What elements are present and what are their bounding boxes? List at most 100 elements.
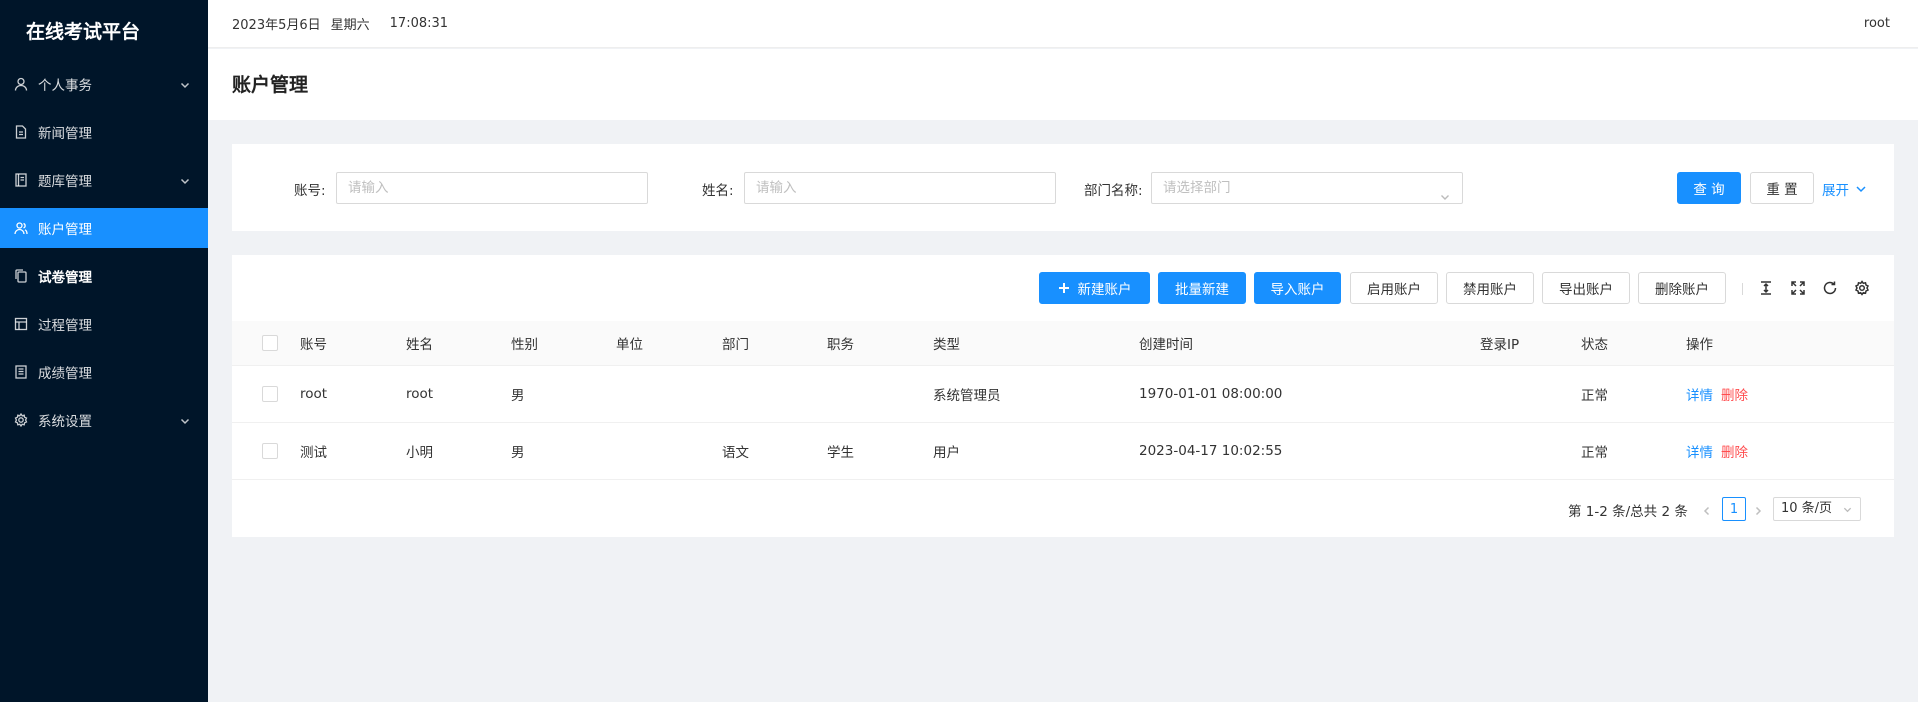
setting-icon — [14, 413, 28, 427]
sidebar-item-label: 个人事务 — [38, 78, 92, 94]
delete-account-button[interactable]: 删除账户 — [1638, 272, 1726, 304]
col-type: 类型 — [933, 337, 960, 353]
col-account: 账号 — [300, 337, 327, 353]
accounts-table-card: 新建账户 批量新建 导入账户 启用账户 禁用账户 导出账户 删除账户 账号 姓名… — [232, 255, 1894, 537]
cell-created: 1970-01-01 08:00:00 — [1139, 386, 1283, 402]
select-all-checkbox[interactable] — [262, 335, 278, 351]
col-status: 状态 — [1581, 337, 1608, 353]
enable-account-button[interactable]: 启用账户 — [1350, 272, 1438, 304]
col-unit: 单位 — [616, 337, 643, 353]
chevron-down-icon — [180, 174, 190, 185]
row-checkbox[interactable] — [262, 386, 278, 402]
page-size-select[interactable]: 10 条/页 — [1773, 497, 1861, 521]
cell-position: 学生 — [827, 445, 854, 461]
dept-select[interactable]: 请选择部门 — [1151, 172, 1463, 204]
col-name: 姓名 — [406, 337, 433, 353]
top-header: 2023年5月6日 星期六 17:08:31 root — [208, 0, 1918, 48]
chevron-down-icon — [180, 414, 190, 425]
page-size-value: 10 条/页 — [1781, 501, 1833, 516]
fullscreen-icon[interactable] — [1789, 279, 1807, 297]
sidebar-item-label: 成绩管理 — [38, 366, 92, 382]
col-ip: 登录IP — [1480, 337, 1520, 353]
query-button[interactable]: 查 询 — [1677, 172, 1741, 204]
sidebar-item-accounts[interactable]: 账户管理 — [0, 208, 208, 248]
row-checkbox[interactable] — [262, 443, 278, 459]
sidebar-item-label: 题库管理 — [38, 174, 92, 190]
app-logo: 在线考试平台 — [26, 21, 141, 43]
setting-icon[interactable] — [1853, 279, 1871, 297]
col-created: 创建时间 — [1139, 337, 1193, 353]
layout-icon — [14, 317, 28, 331]
page-title: 账户管理 — [232, 74, 309, 96]
sidebar-item-settings[interactable]: 系统设置 — [0, 400, 208, 440]
chevron-right-icon[interactable] — [1753, 504, 1763, 516]
sidebar-item-personal[interactable]: 个人事务 — [0, 64, 208, 104]
col-dept: 部门 — [722, 337, 749, 353]
cell-account: root — [300, 386, 328, 402]
sidebar-item-label: 系统设置 — [38, 414, 92, 430]
book-icon — [14, 173, 28, 187]
sidebar-item-question-bank[interactable]: 题库管理 — [0, 160, 208, 200]
chevron-down-icon — [1856, 186, 1866, 193]
cell-actions: 详情 删除 — [1686, 366, 1748, 422]
cell-name: 小明 — [406, 445, 433, 461]
cell-type: 用户 — [933, 445, 960, 461]
user-menu[interactable]: root — [1864, 16, 1890, 31]
chevron-down-icon — [1843, 507, 1852, 513]
sidebar-item-news[interactable]: 新闻管理 — [0, 112, 208, 152]
sidebar-item-label: 新闻管理 — [38, 126, 92, 142]
copy-icon — [14, 269, 28, 283]
reset-button[interactable]: 重 置 — [1750, 172, 1814, 204]
batch-new-button[interactable]: 批量新建 — [1158, 272, 1246, 304]
col-position: 职务 — [827, 337, 854, 353]
cell-status: 正常 — [1581, 445, 1608, 461]
delete-link[interactable]: 删除 — [1721, 384, 1748, 404]
export-account-button[interactable]: 导出账户 — [1542, 272, 1630, 304]
sidebar-item-scores[interactable]: 成绩管理 — [0, 352, 208, 392]
pagination-page[interactable]: 1 — [1722, 497, 1746, 521]
sidebar-item-process[interactable]: 过程管理 — [0, 304, 208, 344]
delete-link[interactable]: 删除 — [1721, 441, 1748, 461]
sidebar-item-papers[interactable]: 试卷管理 — [0, 256, 208, 296]
cell-gender: 男 — [511, 445, 525, 461]
cell-name: root — [406, 386, 434, 402]
pagination-total: 第 1-2 条/总共 2 条 — [1568, 504, 1688, 520]
detail-link[interactable]: 详情 — [1686, 384, 1713, 404]
toolbar-divider — [1742, 283, 1743, 295]
name-input[interactable]: 请输入 — [744, 172, 1056, 204]
import-account-button[interactable]: 导入账户 — [1254, 272, 1341, 304]
chevron-left-icon[interactable] — [1702, 504, 1712, 516]
disable-account-button[interactable]: 禁用账户 — [1446, 272, 1534, 304]
new-account-label: 新建账户 — [1077, 282, 1132, 298]
cell-type: 系统管理员 — [933, 388, 1001, 404]
cell-status: 正常 — [1581, 388, 1608, 404]
column-height-icon[interactable] — [1757, 279, 1775, 297]
header-weekday: 星期六 — [330, 18, 370, 33]
detail-link[interactable]: 详情 — [1686, 441, 1713, 461]
reconciliation-icon — [14, 365, 28, 379]
name-label: 姓名: — [702, 183, 734, 199]
reload-icon[interactable] — [1821, 279, 1839, 297]
account-input[interactable]: 请输入 — [336, 172, 648, 204]
sidebar-item-label: 过程管理 — [38, 318, 92, 334]
team-icon — [14, 221, 28, 235]
header-date: 2023年5月6日 — [232, 18, 321, 33]
new-account-button[interactable]: 新建账户 — [1039, 272, 1150, 304]
sidebar-item-label: 试卷管理 — [38, 270, 92, 286]
cell-account: 测试 — [300, 445, 327, 461]
cell-created: 2023-04-17 10:02:55 — [1139, 443, 1283, 459]
chevron-down-icon — [1440, 183, 1450, 200]
cell-dept: 语文 — [722, 445, 749, 461]
table-row: root root 男 系统管理员 1970-01-01 08:00:00 正常… — [232, 366, 1894, 423]
col-actions: 操作 — [1686, 337, 1713, 353]
file-icon — [14, 125, 28, 139]
dept-label: 部门名称: — [1084, 183, 1143, 199]
table-header: 账号 姓名 性别 单位 部门 职务 类型 创建时间 登录IP 状态 操作 — [232, 321, 1894, 366]
table-row: 测试 小明 男 语文 学生 用户 2023-04-17 10:02:55 正常 … — [232, 423, 1894, 480]
expand-toggle[interactable]: 展开 — [1822, 179, 1867, 199]
search-form: 账号: 请输入 姓名: 请输入 部门名称: 请选择部门 查 询 重 置 展开 — [232, 144, 1894, 231]
account-label: 账号: — [294, 183, 326, 199]
header-time: 17:08:31 — [389, 16, 449, 31]
dept-select-placeholder: 请选择部门 — [1163, 180, 1231, 196]
page-header: 账户管理 — [208, 49, 1918, 120]
